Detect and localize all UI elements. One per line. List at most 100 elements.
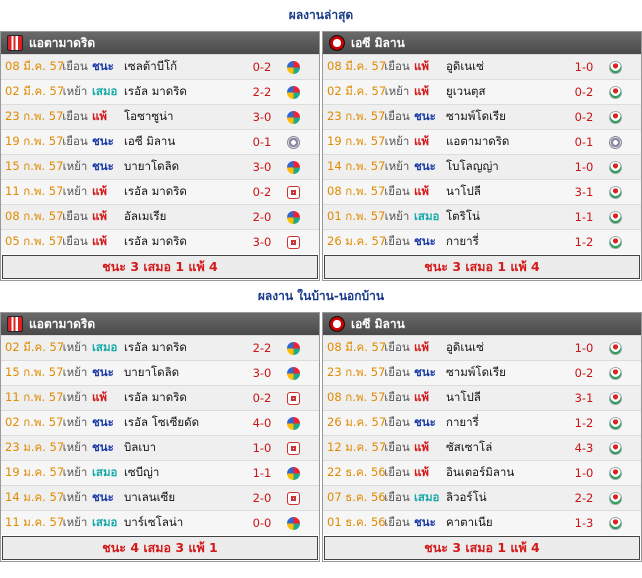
match-row[interactable]: 02 มี.ค. 57 เหย้า เสมอ เรอัล มาดริด 2-2 [1,335,319,360]
match-row[interactable]: 23 ม.ค. 57 เหย้า ชนะ บิลเบา 1-0 [1,435,319,460]
competition [604,110,626,124]
match-row[interactable]: 01 ธ.ค. 56 เยือน ชนะ คาตาเนีย 1-3 [323,510,641,535]
competition [604,235,626,249]
opponent-link[interactable]: โอซาซูน่า [124,108,242,126]
match-row[interactable]: 11 ก.พ. 57 เหย้า แพ้ เรอัล มาดริด 0-2 [1,385,319,410]
opponent-link[interactable]: นาโปลี [446,389,564,407]
opponent-link[interactable]: โตริโน่ [446,208,564,226]
opponent-link[interactable]: บายาโดลิด [124,364,242,382]
opponent-link[interactable]: เซบีญ่า [124,464,242,482]
match-row[interactable]: 12 ม.ค. 57 เยือน แพ้ ซัสเซาโล่ 4-3 [323,435,641,460]
match-row[interactable]: 15 ก.พ. 57 เหย้า ชนะ บายาโดลิด 3-0 [1,360,319,385]
match-row[interactable]: 26 ม.ค. 57 เยือน ชนะ กายารี่ 1-2 [323,229,641,254]
opponent-link[interactable]: เรอัล มาดริด [124,83,242,101]
match-row[interactable]: 07 ธ.ค. 56 เยือน เสมอ ลิวอร์โน่ 2-2 [323,485,641,510]
match-result: ชนะ [414,365,436,379]
opponent-link[interactable]: ซัสเซาโล่ [446,439,564,457]
opponent-link[interactable]: กายารี่ [446,233,564,251]
opponent-link[interactable]: เรอัล มาดริด [124,183,242,201]
competition [282,60,304,74]
home-away: เหย้า [62,440,88,454]
opponent-link[interactable]: บิลเบา [124,439,242,457]
opponent-link[interactable]: โบโลญญ่า [446,158,564,176]
match-row[interactable]: 14 ก.พ. 57 เหย้า ชนะ โบโลญญ่า 1-0 [323,154,641,179]
match-row[interactable]: 02 ก.พ. 57 เหย้า ชนะ เรอัล โซเซียดัด 4-0 [1,410,319,435]
home-away: เหย้า [384,84,410,98]
opponent-link[interactable]: กายารี่ [446,414,564,432]
match-row[interactable]: 02 มี.ค. 57 เหย้า เสมอ เรอัล มาดริด 2-2 [1,79,319,104]
team-name[interactable]: เอซี มิลาน [351,34,405,53]
opponent-link[interactable]: อูดิเนเซ่ [446,339,564,357]
opponent-link[interactable]: อูดิเนเซ่ [446,58,564,76]
match-row[interactable]: 08 ก.พ. 57 เยือน แพ้ นาโปลี 3-1 [323,385,641,410]
opponent-link[interactable]: บาเลนเซีย [124,489,242,507]
match-row[interactable]: 11 ก.พ. 57 เหย้า แพ้ เรอัล มาดริด 0-2 [1,179,319,204]
home-away: เยือน [384,365,410,379]
match-row[interactable]: 01 ก.พ. 57 เหย้า เสมอ โตริโน่ 1-1 [323,204,641,229]
match-score: 0-0 [252,516,272,530]
opponent-link[interactable]: เซลต้าบีโก้ [124,58,242,76]
match-row[interactable]: 15 ก.พ. 57 เหย้า ชนะ บายาโดลิด 3-0 [1,154,319,179]
match-row[interactable]: 14 ม.ค. 57 เหย้า ชนะ บาเลนเซีย 2-0 [1,485,319,510]
match-row[interactable]: 05 ก.พ. 57 เยือน แพ้ เรอัล มาดริด 3-0 [1,229,319,254]
competition [282,341,304,355]
opponent-link[interactable]: เรอัล มาดริด [124,339,242,357]
match-row[interactable]: 08 มี.ค. 57 เยือน แพ้ อูดิเนเซ่ 1-0 [323,335,641,360]
match-date: 14 ม.ค. 57 [5,490,65,504]
match-result: ชนะ [92,59,114,73]
opponent-link[interactable]: อินเตอร์มิลาน [446,464,564,482]
match-row[interactable]: 11 ม.ค. 57 เหย้า เสมอ บาร์เซโลน่า 0-0 [1,510,319,535]
opponent-link[interactable]: ซามพ์โดเรีย [446,108,564,126]
liga-competition-icon [286,516,300,530]
team-name[interactable]: แอตามาดริด [29,315,95,334]
opponent-link[interactable]: บายาโดลิด [124,158,242,176]
match-row[interactable]: 02 มี.ค. 57 เหย้า แพ้ ยูเวนตุส 0-2 [323,79,641,104]
match-row[interactable]: 08 มี.ค. 57 เยือน แพ้ อูดิเนเซ่ 1-0 [323,54,641,79]
match-result: เสมอ [92,465,118,479]
team-name[interactable]: แอตามาดริด [29,34,95,53]
match-result: ชนะ [92,134,114,148]
home-away: เยือน [62,59,88,73]
match-row[interactable]: 08 ก.พ. 57 เยือน แพ้ นาโปลี 3-1 [323,179,641,204]
opponent-link[interactable]: เรอัล มาดริด [124,389,242,407]
match-row[interactable]: 19 ม.ค. 57 เหย้า เสมอ เซบีญ่า 1-1 [1,460,319,485]
opponent-link[interactable]: เรอัล โซเซียดัด [124,414,242,432]
opponent-link[interactable]: ลิวอร์โน่ [446,489,564,507]
match-date: 02 มี.ค. 57 [327,84,387,98]
liga-competition-icon [286,366,300,380]
match-date: 14 ก.พ. 57 [327,159,386,173]
match-score: 1-0 [574,466,594,480]
match-row[interactable]: 19 ก.พ. 57 เหย้า แพ้ แอตามาดริด 0-1 [323,129,641,154]
match-row[interactable]: 08 มี.ค. 57 เยือน ชนะ เซลต้าบีโก้ 0-2 [1,54,319,79]
competition [282,185,304,199]
match-result: เสมอ [414,490,440,504]
opponent-link[interactable]: เรอัล มาดริด [124,233,242,251]
team-name[interactable]: เอซี มิลาน [351,315,405,334]
match-row[interactable]: 19 ก.พ. 57 เยือน ชนะ เอซี มิลาน 0-1 [1,129,319,154]
match-row[interactable]: 08 ก.พ. 57 เยือน แพ้ อัลเมเรีย 2-0 [1,204,319,229]
competition [604,160,626,174]
match-row[interactable]: 22 ธ.ค. 56 เยือน แพ้ อินเตอร์มิลาน 1-0 [323,460,641,485]
opponent-link[interactable]: เอซี มิลาน [124,133,242,151]
match-date: 08 ก.พ. 57 [327,390,386,404]
match-score: 1-1 [252,466,272,480]
match-row[interactable]: 26 ม.ค. 57 เยือน ชนะ กายารี่ 1-2 [323,410,641,435]
opponent-link[interactable]: อัลเมเรีย [124,208,242,226]
opponent-link[interactable]: คาตาเนีย [446,514,564,532]
competition [604,341,626,355]
match-row[interactable]: 23 ก.พ. 57 เยือน ชนะ ซามพ์โดเรีย 0-2 [323,104,641,129]
competition [604,210,626,224]
match-row[interactable]: 23 ก.พ. 57 เยือน แพ้ โอซาซูน่า 3-0 [1,104,319,129]
match-score: 1-0 [574,341,594,355]
opponent-link[interactable]: บาร์เซโลน่า [124,514,242,532]
opponent-link[interactable]: ยูเวนตุส [446,83,564,101]
opponent-link[interactable]: นาโปลี [446,183,564,201]
seriea-competition-icon [608,85,622,99]
opponent-link[interactable]: ซามพ์โดเรีย [446,364,564,382]
opponent-link[interactable]: แอตามาดริด [446,133,564,151]
match-score: 0-2 [252,60,272,74]
match-date: 08 ก.พ. 57 [327,184,386,198]
competition [282,366,304,380]
match-result: แพ้ [414,340,429,354]
match-row[interactable]: 23 ก.พ. 57 เยือน ชนะ ซามพ์โดเรีย 0-2 [323,360,641,385]
